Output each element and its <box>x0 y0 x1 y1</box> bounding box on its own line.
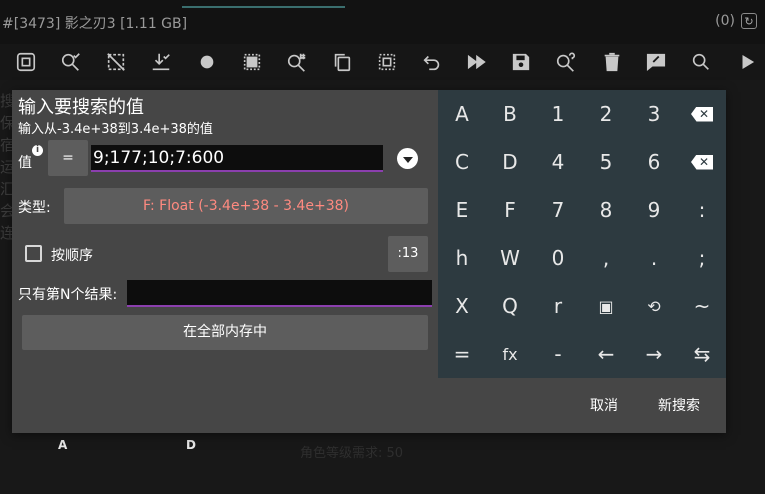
key[interactable]: ; <box>678 234 726 282</box>
status-progress-bar <box>182 6 345 8</box>
joystick-label-d: D <box>186 438 196 452</box>
key[interactable]: 0 <box>534 234 582 282</box>
key[interactable]: X <box>438 282 486 330</box>
save-icon[interactable] <box>509 50 533 74</box>
delete-icon[interactable] <box>600 50 624 74</box>
key[interactable]: F <box>486 186 534 234</box>
key[interactable]: 9 <box>630 186 678 234</box>
app-root: #[3473] 影之刃3 [1.11 GB] (0) ↻ 搜 保 宿 运 汇 会… <box>0 0 765 494</box>
toolbar <box>0 44 765 80</box>
copy-icon[interactable] <box>330 50 354 74</box>
nth-result-input[interactable] <box>127 280 432 307</box>
download-check-icon[interactable] <box>149 50 173 74</box>
key[interactable]: , <box>582 234 630 282</box>
operator-button[interactable]: = <box>48 140 88 176</box>
key[interactable]: 8 <box>582 186 630 234</box>
key[interactable]: 4 <box>534 138 582 186</box>
cancel-button[interactable]: 取消 <box>590 395 618 415</box>
key[interactable]: 6 <box>630 138 678 186</box>
fast-forward-icon[interactable] <box>465 50 489 74</box>
chevron-down-icon[interactable] <box>397 148 418 169</box>
background-footer-text: 角色等级需求: 50 <box>300 446 404 461</box>
key[interactable]: E <box>438 186 486 234</box>
joystick-label-a: A <box>58 438 68 452</box>
key[interactable]: r <box>534 282 582 330</box>
key[interactable]: C <box>438 138 486 186</box>
type-select[interactable]: F: Float (-3.4e+38 - 3.4e+38) <box>64 188 428 224</box>
backspace-icon[interactable]: ✕ <box>678 90 726 138</box>
select-all-icon[interactable] <box>375 50 399 74</box>
memory-range-icon[interactable] <box>240 50 264 74</box>
select-off-icon[interactable] <box>104 50 128 74</box>
key[interactable]: A <box>438 90 486 138</box>
key[interactable]: = <box>438 330 486 378</box>
order-label: 按顺序 <box>51 248 93 264</box>
order-checkbox[interactable] <box>25 245 42 262</box>
nth-result-label: 只有第N个结果: <box>18 287 118 303</box>
new-search-button[interactable]: 新搜索 <box>658 395 700 415</box>
status-right: (0) ↻ <box>715 13 757 29</box>
key[interactable]: 3 <box>630 90 678 138</box>
key[interactable]: D <box>486 138 534 186</box>
search-dialog: 输入要搜索的值 输入从-3.4e+38到3.4e+38的值 值 i = 类型: … <box>12 90 726 433</box>
search-help-icon[interactable] <box>554 50 578 74</box>
history-icon[interactable]: ⟲ <box>630 282 678 330</box>
type-label: 类型: <box>18 200 51 216</box>
search-checked-icon[interactable] <box>59 50 83 74</box>
info-icon[interactable]: i <box>32 145 43 156</box>
result-count: (0) <box>715 13 735 29</box>
key[interactable]: - <box>534 330 582 378</box>
key[interactable]: 7 <box>534 186 582 234</box>
key[interactable]: 5 <box>582 138 630 186</box>
key[interactable]: h <box>438 234 486 282</box>
key[interactable]: B <box>486 90 534 138</box>
dialog-title: 输入要搜索的值 <box>18 97 144 118</box>
status-bar: #[3473] 影之刃3 [1.11 GB] (0) ↻ <box>0 0 765 44</box>
refresh-icon[interactable]: ↻ <box>741 13 757 29</box>
key[interactable]: Q <box>486 282 534 330</box>
align-button[interactable]: :13 <box>388 236 428 272</box>
play-icon[interactable] <box>735 50 759 74</box>
value-input[interactable] <box>91 145 383 172</box>
key[interactable]: ~ <box>678 282 726 330</box>
key[interactable]: ⇆ <box>678 330 726 378</box>
value-label: 值 <box>18 155 32 171</box>
process-title: #[3473] 影之刃3 [1.11 GB] <box>2 16 188 32</box>
edit-note-icon[interactable] <box>644 50 668 74</box>
key[interactable]: : <box>678 186 726 234</box>
key[interactable]: 2 <box>582 90 630 138</box>
key[interactable]: W <box>486 234 534 282</box>
key[interactable]: fx <box>486 330 534 378</box>
key[interactable]: ← <box>582 330 630 378</box>
memory-range-icon[interactable]: ▣ <box>582 282 630 330</box>
select-process-icon[interactable] <box>14 50 38 74</box>
key[interactable]: 1 <box>534 90 582 138</box>
delete-forward-icon[interactable]: ✕ <box>678 138 726 186</box>
dialog-subtitle: 输入从-3.4e+38到3.4e+38的值 <box>18 122 213 137</box>
key[interactable]: . <box>630 234 678 282</box>
key[interactable]: → <box>630 330 678 378</box>
search-icon[interactable] <box>689 50 713 74</box>
record-icon[interactable] <box>195 50 219 74</box>
undo-icon[interactable] <box>420 50 444 74</box>
hex-keyboard: A B 1 2 3 ✕ C D 4 5 6 ✕ E F 7 8 9: h W 0,.; X Qr ▣ ⟲ ~ = fx - ← → ⇆ <box>438 90 726 378</box>
search-hash-icon[interactable] <box>285 50 309 74</box>
memory-region-button[interactable]: 在全部内存中 <box>22 315 428 350</box>
